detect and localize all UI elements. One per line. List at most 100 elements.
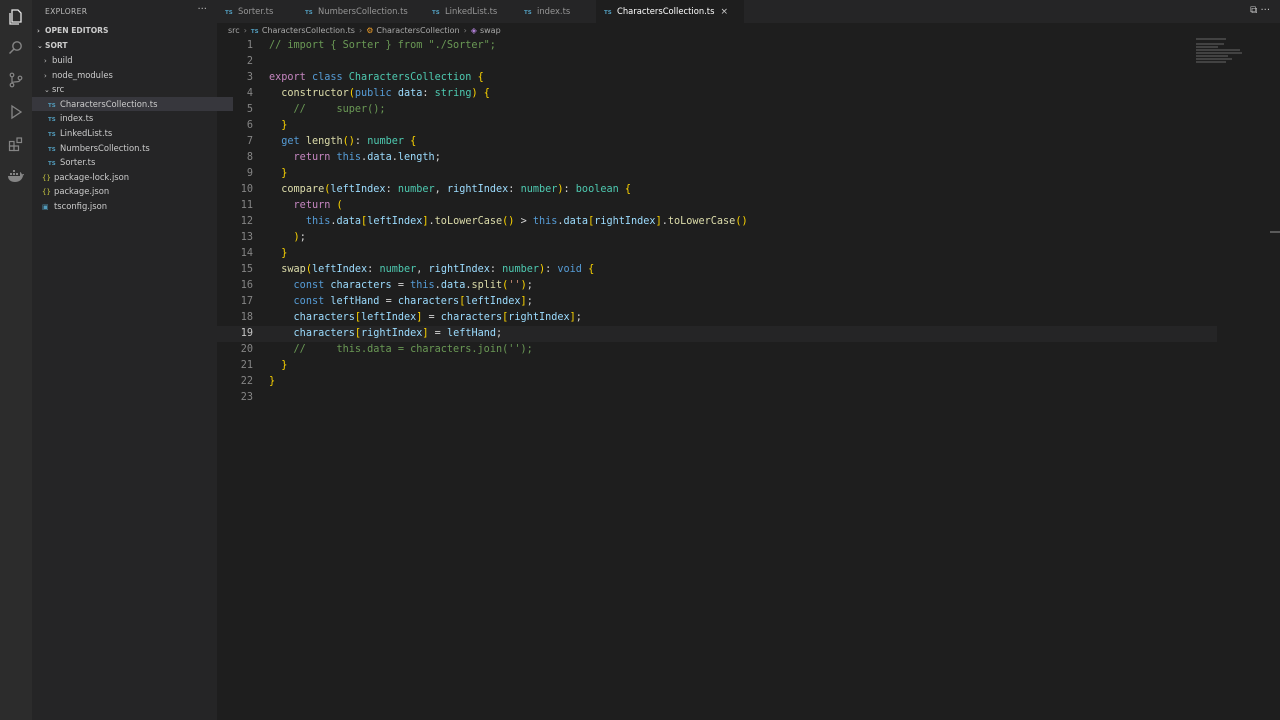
code-text: characters[rightIndex] = leftHand; <box>293 328 503 339</box>
code-text: this.data[leftIndex].toLowerCase() > thi… <box>305 216 748 227</box>
line-number: 13 <box>240 232 253 243</box>
code-line[interactable]: 8 return this.data.length; <box>217 150 1217 166</box>
breadcrumb-method[interactable]: swap <box>480 26 501 35</box>
code-line[interactable]: 10 compare(leftIndex: number, rightIndex… <box>217 182 1217 198</box>
tree-folder-node-modules[interactable]: › node_modules <box>32 68 229 82</box>
docker-icon[interactable] <box>6 166 26 186</box>
tree-file-characters-collection[interactable]: TS CharactersCollection.ts <box>32 97 233 111</box>
code-line[interactable]: 13 ); <box>217 230 1217 246</box>
code-line[interactable]: 5 // super(); <box>217 102 1217 118</box>
tree-item-label: package-lock.json <box>54 172 130 182</box>
breadcrumb-folder[interactable]: src <box>228 26 240 35</box>
code-line[interactable]: 1 // import { Sorter } from "./Sorter"; <box>217 38 1217 54</box>
tree-item-label: CharactersCollection.ts <box>60 99 158 109</box>
tree-file-linked-list[interactable]: TS LinkedList.ts <box>32 126 233 140</box>
code-line[interactable]: 23 <box>217 390 1217 406</box>
code-line[interactable]: 4 constructor(public data: string) { <box>217 86 1217 102</box>
tab-linked-list[interactable]: TS LinkedList.ts <box>432 0 524 23</box>
more-actions-icon[interactable]: ··· <box>197 4 207 15</box>
open-editors-section[interactable]: › OPEN EDITORS <box>37 26 108 35</box>
tab-label: Sorter.ts <box>238 6 274 16</box>
code-line[interactable]: 19 characters[rightIndex] = leftHand; <box>217 326 1217 342</box>
line-number: 17 <box>240 296 253 307</box>
code-text: export class CharactersCollection { <box>269 72 484 83</box>
chevron-down-icon: ⌄ <box>37 42 43 50</box>
tree-file-sorter[interactable]: TS Sorter.ts <box>32 155 233 169</box>
class-symbol-icon: ⚙ <box>366 26 374 35</box>
chevron-right-icon: › <box>358 26 363 35</box>
tree-file-index[interactable]: TS index.ts <box>32 111 233 125</box>
code-text: } <box>281 248 288 259</box>
code-text: swap(leftIndex: number, rightIndex: numb… <box>281 264 595 275</box>
line-number: 16 <box>240 280 253 291</box>
code-line[interactable]: 17 const leftHand = characters[leftIndex… <box>217 294 1217 310</box>
source-control-icon[interactable] <box>6 70 26 90</box>
json-file-icon: {} <box>42 174 51 182</box>
line-number: 14 <box>240 248 253 259</box>
close-icon[interactable]: × <box>720 1 728 24</box>
tree-folder-build[interactable]: › build <box>32 53 229 67</box>
breadcrumb-file[interactable]: CharactersCollection.ts <box>262 26 355 35</box>
tree-item-label: Sorter.ts <box>60 157 96 167</box>
line-number: 12 <box>240 216 253 227</box>
tree-item-label: package.json <box>54 186 110 196</box>
code-text: compare(leftIndex: number, rightIndex: n… <box>281 184 632 195</box>
code-text: constructor(public data: string) { <box>281 88 490 99</box>
typescript-file-icon: TS <box>250 29 259 35</box>
chevron-right-icon: › <box>463 26 467 35</box>
tab-label: CharactersCollection.ts <box>617 6 715 16</box>
tab-sorter[interactable]: TS Sorter.ts <box>225 0 305 23</box>
code-line[interactable]: 3 export class CharactersCollection { <box>217 70 1217 86</box>
tree-item-label: LinkedList.ts <box>60 128 113 138</box>
line-number: 9 <box>246 168 253 179</box>
tree-file-numbers-collection[interactable]: TS NumbersCollection.ts <box>32 141 233 155</box>
editor-actions[interactable]: ⧉ ··· <box>1250 5 1270 16</box>
tree-file-package-lock[interactable]: {} package-lock.json <box>32 170 227 184</box>
code-text: } <box>281 168 288 179</box>
code-text: // this.data = characters.join(''); <box>293 344 533 355</box>
run-debug-icon[interactable] <box>6 102 26 122</box>
code-text: // import { Sorter } from "./Sorter"; <box>269 40 496 51</box>
tab-characters-collection[interactable]: TS CharactersCollection.ts × <box>596 0 744 23</box>
tree-item-label: index.ts <box>60 113 94 123</box>
code-line[interactable]: 11 return ( <box>217 198 1217 214</box>
code-text: } <box>269 376 276 387</box>
workspace-root-section[interactable]: ⌄ SORT <box>37 41 68 50</box>
code-line[interactable]: 6 } <box>217 118 1217 134</box>
line-number: 1 <box>246 40 253 51</box>
tree-file-package-json[interactable]: {} package.json <box>32 184 227 198</box>
code-line[interactable]: 20 // this.data = characters.join(''); <box>217 342 1217 358</box>
tab-label: NumbersCollection.ts <box>318 6 408 16</box>
tree-item-label: src <box>52 84 65 94</box>
code-text: const leftHand = characters[leftIndex]; <box>293 296 533 307</box>
typescript-file-icon: TS <box>432 10 440 16</box>
code-line[interactable]: 15 swap(leftIndex: number, rightIndex: n… <box>217 262 1217 278</box>
typescript-file-icon: TS <box>48 117 56 123</box>
chevron-right-icon: › <box>37 27 40 35</box>
code-text: ); <box>293 232 306 243</box>
code-line[interactable]: 22} <box>217 374 1217 390</box>
extensions-icon[interactable] <box>6 134 26 154</box>
code-text: characters[leftIndex] = characters[right… <box>293 312 582 323</box>
tab-numbers-collection[interactable]: TS NumbersCollection.ts <box>305 0 430 23</box>
code-line[interactable]: 7 get length(): number { <box>217 134 1217 150</box>
code-line[interactable]: 14 } <box>217 246 1217 262</box>
scrollbar-indicator[interactable] <box>1270 231 1280 233</box>
search-icon[interactable] <box>6 38 26 58</box>
minimap[interactable] <box>1196 38 1276 68</box>
code-editor[interactable]: 1 // import { Sorter } from "./Sorter"; 2 3… <box>217 38 1280 720</box>
code-text: } <box>281 360 288 371</box>
breadcrumb-class[interactable]: CharactersCollection <box>376 26 459 35</box>
tab-index[interactable]: TS index.ts <box>524 0 596 23</box>
code-line[interactable]: 12 this.data[leftIndex].toLowerCase() > … <box>217 214 1217 230</box>
files-icon[interactable] <box>6 7 26 27</box>
code-line[interactable]: 21 } <box>217 358 1217 374</box>
code-line[interactable]: 9 } <box>217 166 1217 182</box>
code-text: // super(); <box>293 104 386 115</box>
tree-item-label: build <box>52 55 73 65</box>
tree-file-tsconfig[interactable]: ▣ tsconfig.json <box>32 199 227 213</box>
code-line[interactable]: 18 characters[leftIndex] = characters[ri… <box>217 310 1217 326</box>
code-line[interactable]: 2 <box>217 54 1217 70</box>
tree-folder-src[interactable]: ⌄ src <box>32 82 229 96</box>
code-line[interactable]: 16 const characters = this.data.split(''… <box>217 278 1217 294</box>
